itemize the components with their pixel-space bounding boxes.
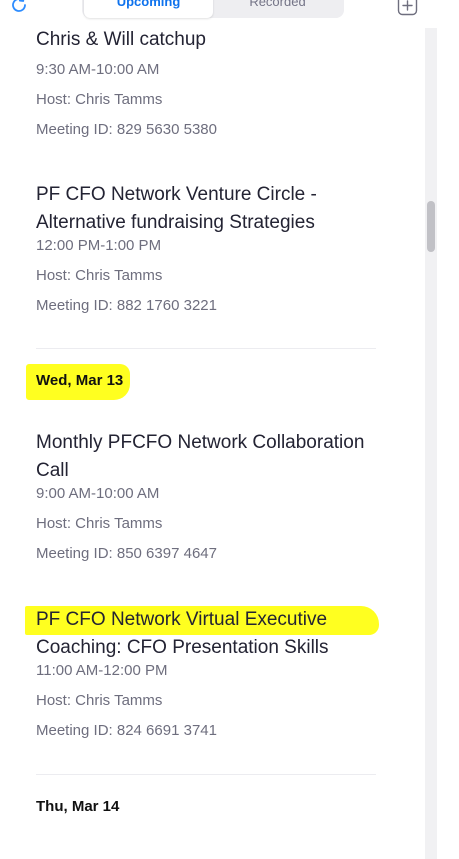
meeting-title-line: PF CFO Network Virtual Executive: [36, 609, 328, 630]
meeting-title-line: Call: [36, 460, 69, 481]
meeting-title: Chris & Will catchup: [36, 26, 386, 54]
meeting-id: Meeting ID: 829 5630 5380: [36, 121, 217, 138]
meeting-time: 11:00 AM-12:00 PM: [36, 662, 168, 679]
meeting-title: PF CFO Network Virtual Executive Coachin…: [36, 606, 386, 662]
meeting-item-executive-coaching[interactable]: PF CFO Network Virtual Executive Coachin…: [36, 606, 386, 739]
meeting-item-monthly-collaboration-call[interactable]: Monthly PFCFO Network Collaboration Call…: [36, 429, 386, 562]
meeting-time: 12:00 PM-1:00 PM: [36, 237, 162, 254]
meeting-host: Host: Chris Tamms: [36, 267, 163, 284]
divider: [36, 348, 376, 349]
meeting-title-line: Monthly PFCFO Network Collaboration: [36, 432, 365, 453]
scrollbar-thumb[interactable]: [427, 201, 435, 252]
meeting-id: Meeting ID: 882 1760 3221: [36, 297, 217, 314]
meeting-host: Host: Chris Tamms: [36, 515, 163, 532]
date-header-thu-mar-14: Thu, Mar 14: [36, 798, 120, 815]
meeting-title-line: Chris & Will catchup: [36, 29, 206, 50]
refresh-icon[interactable]: [8, 0, 30, 16]
top-bar: Upcoming Recorded: [0, 0, 436, 22]
meeting-title: Monthly PFCFO Network Collaboration Call: [36, 429, 386, 485]
tab-recorded[interactable]: Recorded: [213, 0, 342, 18]
meeting-id: Meeting ID: 850 6397 4647: [36, 545, 217, 562]
meeting-host: Host: Chris Tamms: [36, 692, 163, 709]
scrollbar-track[interactable]: [425, 28, 437, 859]
divider: [36, 774, 376, 775]
meeting-item-venture-circle[interactable]: PF CFO Network Venture Circle - Alternat…: [36, 181, 386, 314]
meeting-title: PF CFO Network Venture Circle - Alternat…: [36, 181, 386, 237]
meeting-tabs: Upcoming Recorded: [82, 0, 344, 18]
meeting-title-line: Alternative fundraising Strategies: [36, 212, 315, 233]
meeting-item-chris-will-catchup[interactable]: Chris & Will catchup 9:30 AM-10:00 AM Ho…: [36, 26, 386, 138]
meeting-time: 9:00 AM-10:00 AM: [36, 485, 160, 502]
meeting-title-line: PF CFO Network Venture Circle -: [36, 184, 317, 205]
meeting-id: Meeting ID: 824 6691 3741: [36, 722, 217, 739]
meeting-time: 9:30 AM-10:00 AM: [36, 61, 160, 78]
tab-upcoming[interactable]: Upcoming: [84, 0, 213, 18]
meeting-title-line: Coaching: CFO Presentation Skills: [36, 637, 329, 658]
plus-square-icon[interactable]: [397, 0, 418, 16]
meeting-host: Host: Chris Tamms: [36, 91, 163, 108]
date-header-wed-mar-13: Wed, Mar 13: [36, 372, 124, 389]
